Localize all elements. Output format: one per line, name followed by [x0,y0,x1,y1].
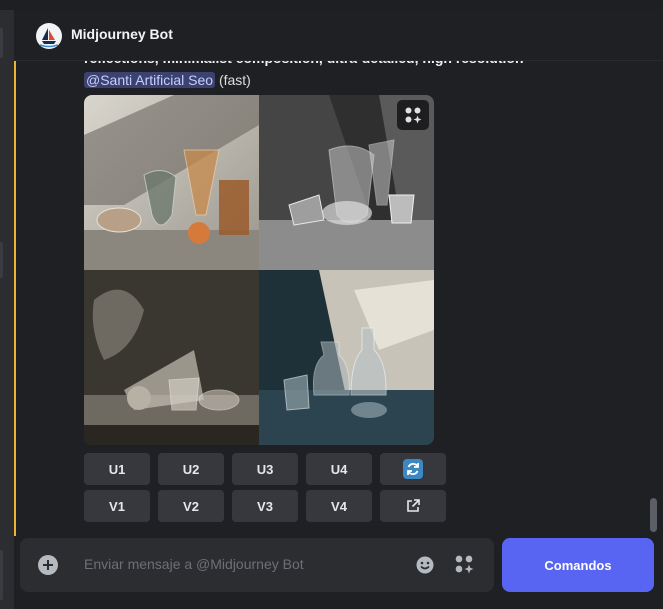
variation-3-button[interactable]: V3 [232,490,298,522]
variation-4-button[interactable]: V4 [306,490,372,522]
variation-1-button[interactable]: V1 [84,490,150,522]
chat-panel: reflections, minimalist composition, ult… [14,10,663,609]
apps-sparkle-icon[interactable] [454,554,474,574]
sidebar-tab[interactable] [0,28,3,58]
channel-header: Midjourney Bot [14,10,663,61]
chat-scrollbar[interactable] [650,498,657,532]
open-link-button[interactable] [380,490,446,522]
sidebar-tab[interactable] [0,242,3,278]
message-composer[interactable]: Enviar mensaje a @Midjourney Bot [20,538,494,592]
apps-sparkle-icon [405,107,422,124]
variation-2-button[interactable]: V2 [158,490,224,522]
channel-title: Midjourney Bot [71,26,173,42]
message-highlight-bar [14,60,16,536]
image-4[interactable] [259,270,434,445]
upscale-3-button[interactable]: U3 [232,453,298,485]
commands-button[interactable]: Comandos [502,538,654,592]
bot-avatar[interactable] [36,23,62,49]
midjourney-sailboat-icon [39,28,59,48]
upscale-1-button[interactable]: U1 [84,453,150,485]
refresh-icon [403,459,423,479]
message-meta: @Santi Artificial Seo (fast) [84,72,251,88]
add-circle-icon[interactable] [38,555,58,575]
server-sidebar-edge [0,10,14,609]
generation-mode: (fast) [218,72,251,88]
message-input[interactable]: Enviar mensaje a @Midjourney Bot [84,556,304,572]
image-grid-menu[interactable] [397,100,429,130]
reroll-button[interactable] [380,453,446,485]
upscale-2-button[interactable]: U2 [158,453,224,485]
external-link-icon [407,499,420,512]
user-mention[interactable]: @Santi Artificial Seo [84,72,216,88]
image-grid[interactable] [84,95,434,445]
emoji-icon[interactable] [415,555,435,575]
window-top-strip [0,0,663,10]
image-3[interactable] [84,270,259,445]
upscale-4-button[interactable]: U4 [306,453,372,485]
image-1[interactable] [84,95,259,270]
sidebar-tab[interactable] [0,550,3,600]
